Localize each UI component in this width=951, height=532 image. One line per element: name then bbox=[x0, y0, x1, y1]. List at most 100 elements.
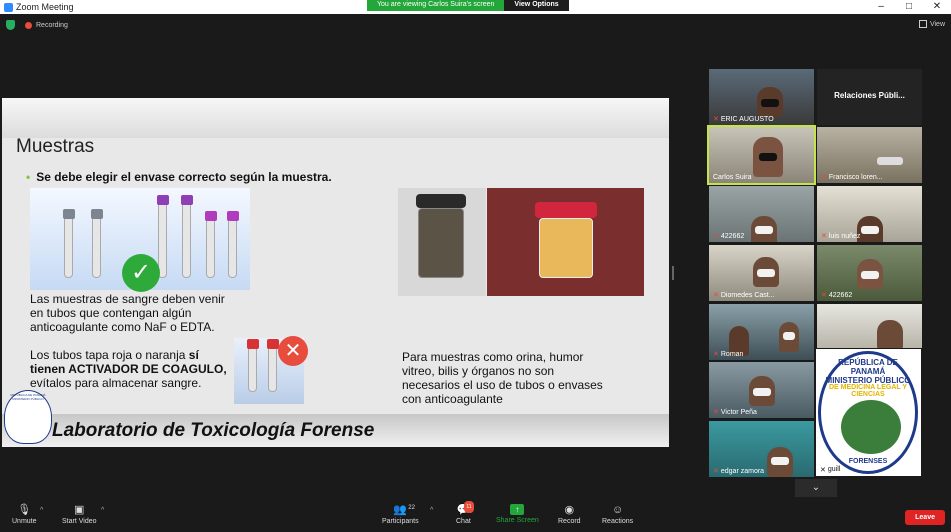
record-button[interactable]: ◉ Record bbox=[558, 504, 581, 525]
muted-mic-icon: ✕ bbox=[713, 233, 719, 240]
bullet-text: Se debe elegir el envase correcto según … bbox=[36, 170, 332, 184]
gallery-next-page-button[interactable]: ⌄ bbox=[795, 479, 837, 497]
share-screen-button[interactable]: ↑ Share Screen bbox=[496, 504, 539, 524]
scales-of-justice-icon bbox=[841, 400, 901, 454]
urine-text: Para muestras como orina, humor vitreo, … bbox=[402, 350, 603, 406]
blood-text-line: Las muestras de sangre deben venir bbox=[30, 292, 225, 306]
participant-name: ✕ 422662 bbox=[713, 232, 745, 241]
participant-name-text: luis nuñez bbox=[828, 232, 861, 240]
minimize-icon[interactable]: – bbox=[867, 0, 895, 14]
share-screen-icon: ↑ bbox=[510, 504, 525, 515]
video-off-icon: ▣ bbox=[74, 504, 85, 516]
video-options-caret[interactable]: ^ bbox=[101, 507, 104, 514]
participant-name-text: Victor Peña bbox=[720, 408, 757, 416]
participant-name-text: Francisco loren... bbox=[828, 173, 883, 181]
participant-name-text: Carlos Suira bbox=[713, 174, 752, 181]
tube-purple bbox=[181, 195, 193, 278]
urine-text-line: vitreo, bilis y órganos no son bbox=[402, 364, 555, 378]
start-video-label: Start Video bbox=[62, 518, 97, 525]
tube-gray bbox=[63, 209, 75, 278]
participant-tile[interactable]: ✕ Victor Peña bbox=[709, 362, 814, 418]
participant-name-text: 422662 bbox=[720, 232, 745, 240]
panel-resize-handle[interactable] bbox=[672, 266, 674, 280]
participant-name: ✕ 422662 bbox=[821, 291, 852, 300]
urine-text-line: Para muestras como orina, humor bbox=[402, 350, 584, 364]
participants-button[interactable]: 👥 22 Participants bbox=[382, 504, 419, 525]
participant-tile[interactable]: ✕ ERIC AUGUSTO bbox=[709, 69, 814, 125]
participant-tile[interactable]: ✕ Roman bbox=[709, 304, 814, 360]
muted-mic-icon: ✕ bbox=[713, 116, 719, 123]
participant-name-text: edgar zamora bbox=[720, 467, 765, 475]
muted-mic-icon: ✕ bbox=[821, 174, 827, 181]
participant-name: Carlos Suira bbox=[713, 174, 752, 181]
participants-icon: 👥 22 bbox=[393, 504, 415, 516]
view-button[interactable]: View bbox=[918, 20, 945, 28]
chat-icon: 💬 11 bbox=[456, 501, 474, 516]
share-banner: You are viewing Carlos Suira's screen Vi… bbox=[367, 0, 569, 11]
red-tube-text-bold: tienen ACTIVADOR DE COAGULO, bbox=[30, 362, 227, 376]
slide-footer-title: Laboratorio de Toxicología Forense bbox=[52, 420, 375, 441]
recording-label: Recording bbox=[36, 21, 68, 29]
muted-mic-icon: ✕ bbox=[713, 409, 719, 416]
window-controls: – □ ✕ bbox=[867, 0, 951, 14]
shared-screen: Muestras • Se debe elegir el envase corr… bbox=[2, 98, 669, 447]
leave-button[interactable]: Leave bbox=[905, 510, 945, 525]
meeting-status-bar: Recording View bbox=[0, 14, 951, 36]
urine-text-line: necesarios el uso de tubos o envases bbox=[402, 378, 603, 392]
tube-gray bbox=[91, 209, 103, 278]
red-tube-text-line: tienen ACTIVADOR DE COAGULO, bbox=[30, 362, 227, 376]
slide-bullet: • Se debe elegir el envase correcto segú… bbox=[26, 170, 332, 184]
recording-dot-icon bbox=[25, 21, 32, 29]
bullet-dot-icon: • bbox=[26, 170, 31, 184]
institution-seal-tile[interactable]: REPÚBLICA DE PANAMÁ MINISTERIO PÚBLICO D… bbox=[816, 349, 921, 476]
muted-mic-icon: ✕ bbox=[821, 292, 827, 299]
record-icon: ◉ bbox=[564, 504, 575, 516]
participant-name: ✕ Roman bbox=[713, 350, 744, 359]
maximize-icon[interactable]: □ bbox=[895, 0, 923, 14]
slide-title: Muestras bbox=[16, 136, 95, 157]
unmute-label: Unmute bbox=[12, 518, 37, 525]
participant-name-text: guill bbox=[827, 466, 841, 473]
participant-tile[interactable]: ✕ 422662 bbox=[709, 186, 814, 242]
record-label: Record bbox=[558, 518, 581, 525]
participant-name: ✕ luis nuñez bbox=[821, 232, 861, 241]
chat-button[interactable]: 💬 11 Chat bbox=[456, 501, 474, 525]
participant-tile[interactable]: ✕ 422662 bbox=[817, 245, 922, 301]
urine-cup-image-dark bbox=[398, 188, 486, 296]
institution-seal-small: REPÚBLICA DE PANAMÁ MINISTERIO PÚBLICO bbox=[4, 390, 52, 444]
tube-purple bbox=[227, 211, 239, 278]
participant-tile[interactable]: Relaciones Públi... bbox=[817, 69, 922, 125]
grid-view-icon bbox=[918, 20, 927, 28]
red-tube-text: Los tubos tapa roja o naranja sí tienen … bbox=[30, 348, 227, 390]
seal-top-line: REPÚBLICA DE PANAMÁ bbox=[838, 358, 898, 376]
participant-name: ✕ Diomedes Cast... bbox=[713, 291, 775, 300]
muted-mic-icon: ✕ bbox=[821, 233, 827, 240]
participant-tile[interactable]: ✕ Diomedes Cast... bbox=[709, 245, 814, 301]
security-shield-icon[interactable] bbox=[6, 20, 15, 30]
audio-options-caret[interactable]: ^ bbox=[40, 507, 43, 514]
reactions-button[interactable]: ☺ Reactions bbox=[602, 504, 633, 525]
participant-tile[interactable] bbox=[817, 304, 922, 348]
tube-red bbox=[247, 339, 259, 392]
view-options-button[interactable]: View Options bbox=[504, 0, 569, 11]
blood-text: Las muestras de sangre deben venir en tu… bbox=[30, 292, 225, 334]
seal-top-text: REPÚBLICA DE PANAMÁ MINISTERIO PÚBLICO bbox=[821, 358, 915, 385]
participants-options-caret[interactable]: ^ bbox=[430, 507, 433, 514]
participant-name-text: ERIC AUGUSTO bbox=[720, 115, 774, 123]
participant-tile-active-speaker[interactable]: Carlos Suira bbox=[707, 125, 816, 185]
red-tube-text-part: Los tubos tapa roja o naranja bbox=[30, 348, 189, 362]
unmute-button[interactable]: 🎙 Unmute bbox=[12, 504, 37, 525]
participant-name: ✕ Francisco loren... bbox=[821, 173, 883, 182]
red-tube-text-line: Los tubos tapa roja o naranja sí bbox=[30, 348, 227, 362]
participant-tile[interactable]: ✕ luis nuñez bbox=[817, 186, 922, 242]
reactions-icon: ☺ bbox=[611, 504, 624, 516]
participant-tile[interactable]: ✕ edgar zamora bbox=[709, 421, 814, 477]
participants-label: Participants bbox=[382, 518, 419, 525]
tube-purple bbox=[157, 195, 169, 278]
red-tubes-image: ✕ bbox=[234, 336, 308, 404]
red-tube-text-line: evítalos para almacenar sangre. bbox=[30, 376, 202, 390]
participant-tile[interactable]: ✕ Francisco loren... bbox=[817, 127, 922, 183]
participant-name-text: Roman bbox=[720, 350, 744, 358]
start-video-button[interactable]: ▣ Start Video bbox=[62, 504, 97, 525]
close-icon[interactable]: ✕ bbox=[923, 0, 951, 14]
